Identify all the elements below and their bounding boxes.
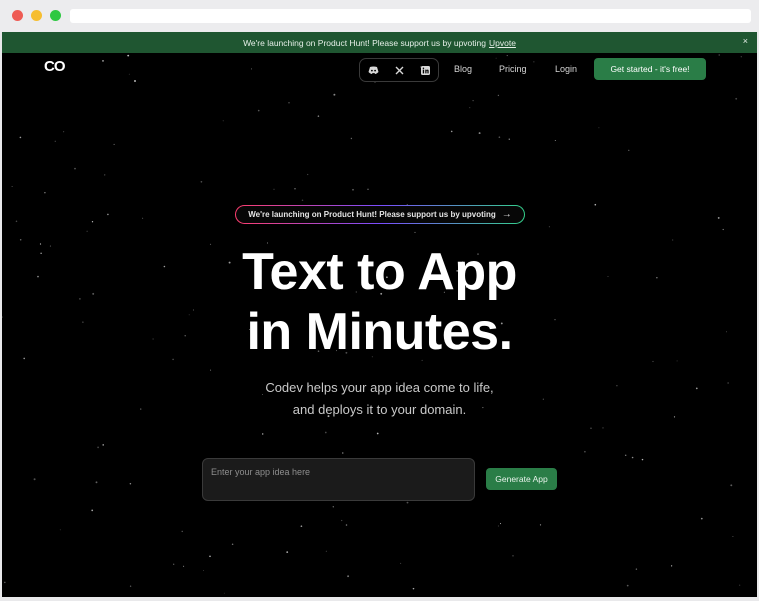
banner-text: We're launching on Product Hunt! Please … [243,37,486,48]
nav-pricing-link[interactable]: Pricing [499,64,527,74]
get-started-button[interactable]: Get started - it's free! [594,58,706,80]
announcement-banner: We're launching on Product Hunt! Please … [2,32,757,53]
subtext-line-2: and deploys it to your domain. [292,402,467,417]
nav-blog-link[interactable]: Blog [454,64,472,74]
maximize-window-dot[interactable] [50,10,61,21]
close-icon[interactable]: × [743,36,748,46]
pill-text: We're launching on Product Hunt! Please … [248,210,496,219]
arrow-right-icon: → [501,209,512,220]
nav-login-link[interactable]: Login [555,64,577,74]
page: We're launching on Product Hunt! Please … [2,32,757,597]
x-icon[interactable] [395,66,404,75]
social-links [359,58,439,82]
address-bar[interactable] [70,9,751,23]
headline-line-1: Text to App [242,243,517,301]
generate-app-button[interactable]: Generate App [486,468,557,490]
browser-chrome [0,0,759,32]
minimize-window-dot[interactable] [31,10,42,21]
headline-line-2: in Minutes. [246,303,513,361]
subtext-line-1: Codev helps your app idea come to life, [265,380,494,395]
hero-subtext: Codev helps your app idea come to life, … [2,377,757,421]
pill-content: We're launching on Product Hunt! Please … [236,206,524,223]
logo[interactable]: CO [44,58,65,75]
app-idea-input[interactable] [202,458,475,501]
discord-icon[interactable] [368,66,379,75]
linkedin-icon[interactable] [420,65,430,75]
close-window-dot[interactable] [12,10,23,21]
hero-headline: Text to App in Minutes. [2,242,757,362]
product-hunt-pill[interactable]: We're launching on Product Hunt! Please … [235,205,525,224]
upvote-link[interactable]: Upvote [489,38,516,48]
